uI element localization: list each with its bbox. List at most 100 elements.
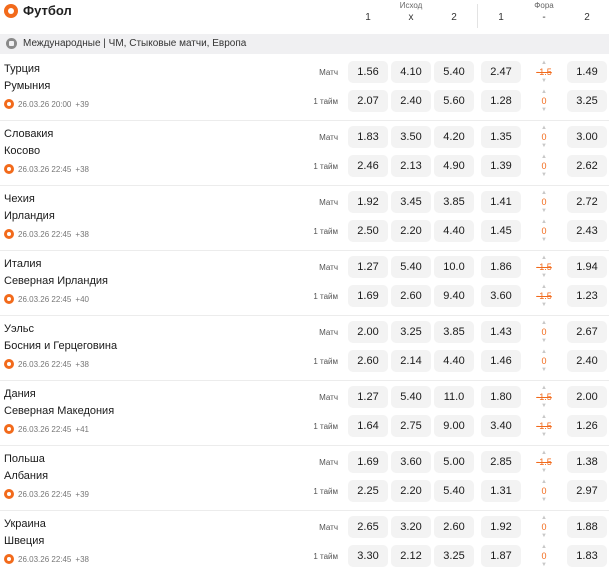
odd-button-h1[interactable]: 2.85 xyxy=(481,451,521,473)
handicap-selector[interactable]: ▲ 0 ▼ xyxy=(524,478,564,504)
odd-button-o1[interactable]: 2.00 xyxy=(348,321,388,343)
odd-button-o1[interactable]: 1.69 xyxy=(348,285,388,307)
odd-button-o2[interactable]: 3.85 xyxy=(434,191,474,213)
odd-button-ox[interactable]: 4.10 xyxy=(391,61,431,83)
chevron-down-icon[interactable]: ▼ xyxy=(541,497,547,503)
chevron-down-icon[interactable]: ▼ xyxy=(541,432,547,438)
chevron-down-icon[interactable]: ▼ xyxy=(541,403,547,409)
odd-button-h1[interactable]: 1.86 xyxy=(481,256,521,278)
handicap-selector[interactable]: ▲ -1.5 ▼ xyxy=(524,59,564,85)
chevron-down-icon[interactable]: ▼ xyxy=(541,338,547,344)
odd-button-ox[interactable]: 2.13 xyxy=(391,155,431,177)
odd-button-o1[interactable]: 2.46 xyxy=(348,155,388,177)
chevron-down-icon[interactable]: ▼ xyxy=(541,302,547,308)
odd-button-h2[interactable]: 2.43 xyxy=(567,220,607,242)
odd-button-o1[interactable]: 1.92 xyxy=(348,191,388,213)
chevron-down-icon[interactable]: ▼ xyxy=(541,172,547,178)
odd-button-o2[interactable]: 3.25 xyxy=(434,545,474,567)
odd-button-h2[interactable]: 1.26 xyxy=(567,415,607,437)
odd-button-ox[interactable]: 2.60 xyxy=(391,285,431,307)
handicap-selector[interactable]: ▲ 0 ▼ xyxy=(524,543,564,569)
odd-button-ox[interactable]: 3.50 xyxy=(391,126,431,148)
handicap-selector[interactable]: ▲ 0 ▼ xyxy=(524,514,564,540)
odd-button-h1[interactable]: 1.28 xyxy=(481,90,521,112)
odd-button-o2[interactable]: 5.40 xyxy=(434,61,474,83)
chevron-down-icon[interactable]: ▼ xyxy=(541,367,547,373)
odd-button-ox[interactable]: 5.40 xyxy=(391,386,431,408)
chevron-down-icon[interactable]: ▼ xyxy=(541,78,547,84)
odd-button-h1[interactable]: 1.46 xyxy=(481,350,521,372)
odd-button-h2[interactable]: 2.67 xyxy=(567,321,607,343)
odd-button-h1[interactable]: 1.92 xyxy=(481,516,521,538)
odd-button-h2[interactable]: 3.25 xyxy=(567,90,607,112)
handicap-selector[interactable]: ▲ 0 ▼ xyxy=(524,348,564,374)
odd-button-h1[interactable]: 1.41 xyxy=(481,191,521,213)
handicap-selector[interactable]: ▲ -1.5 ▼ xyxy=(524,283,564,309)
odd-button-h2[interactable]: 1.23 xyxy=(567,285,607,307)
odd-button-h1[interactable]: 3.60 xyxy=(481,285,521,307)
odd-button-o1[interactable]: 3.30 xyxy=(348,545,388,567)
odd-button-h2[interactable]: 2.97 xyxy=(567,480,607,502)
odd-button-ox[interactable]: 2.20 xyxy=(391,480,431,502)
odd-button-o2[interactable]: 4.40 xyxy=(434,350,474,372)
odd-button-ox[interactable]: 2.40 xyxy=(391,90,431,112)
odd-button-o1[interactable]: 2.07 xyxy=(348,90,388,112)
handicap-selector[interactable]: ▲ 0 ▼ xyxy=(524,153,564,179)
odd-button-o1[interactable]: 1.27 xyxy=(348,386,388,408)
odd-button-h2[interactable]: 2.72 xyxy=(567,191,607,213)
odd-button-o2[interactable]: 4.20 xyxy=(434,126,474,148)
odd-button-o2[interactable]: 11.0 xyxy=(434,386,474,408)
odd-button-o2[interactable]: 4.90 xyxy=(434,155,474,177)
handicap-selector[interactable]: ▲ 0 ▼ xyxy=(524,218,564,244)
odd-button-o1[interactable]: 1.83 xyxy=(348,126,388,148)
odd-button-ox[interactable]: 2.14 xyxy=(391,350,431,372)
odd-button-h2[interactable]: 1.83 xyxy=(567,545,607,567)
handicap-selector[interactable]: ▲ -1.5 ▼ xyxy=(524,384,564,410)
odd-button-h1[interactable]: 1.39 xyxy=(481,155,521,177)
odd-button-o1[interactable]: 2.25 xyxy=(348,480,388,502)
chevron-down-icon[interactable]: ▼ xyxy=(541,208,547,214)
odd-button-o2[interactable]: 2.60 xyxy=(434,516,474,538)
odd-button-h1[interactable]: 1.80 xyxy=(481,386,521,408)
odd-button-h2[interactable]: 3.00 xyxy=(567,126,607,148)
odd-button-o2[interactable]: 4.40 xyxy=(434,220,474,242)
odd-button-h1[interactable]: 1.43 xyxy=(481,321,521,343)
chevron-down-icon[interactable]: ▼ xyxy=(541,533,547,539)
odd-button-h1[interactable]: 3.40 xyxy=(481,415,521,437)
odd-button-ox[interactable]: 3.45 xyxy=(391,191,431,213)
handicap-selector[interactable]: ▲ -1.5 ▼ xyxy=(524,413,564,439)
odd-button-o2[interactable]: 5.00 xyxy=(434,451,474,473)
handicap-selector[interactable]: ▲ 0 ▼ xyxy=(524,189,564,215)
chevron-down-icon[interactable]: ▼ xyxy=(541,468,547,474)
handicap-selector[interactable]: ▲ 0 ▼ xyxy=(524,88,564,114)
handicap-selector[interactable]: ▲ -1.5 ▼ xyxy=(524,254,564,280)
odd-button-o1[interactable]: 1.64 xyxy=(348,415,388,437)
odd-button-o1[interactable]: 2.65 xyxy=(348,516,388,538)
odd-button-ox[interactable]: 3.20 xyxy=(391,516,431,538)
odd-button-h1[interactable]: 1.45 xyxy=(481,220,521,242)
odd-button-ox[interactable]: 3.60 xyxy=(391,451,431,473)
odd-button-h1[interactable]: 1.31 xyxy=(481,480,521,502)
odd-button-o2[interactable]: 3.85 xyxy=(434,321,474,343)
odd-button-h2[interactable]: 1.88 xyxy=(567,516,607,538)
odd-button-o2[interactable]: 5.60 xyxy=(434,90,474,112)
odd-button-h1[interactable]: 2.47 xyxy=(481,61,521,83)
odd-button-ox[interactable]: 2.20 xyxy=(391,220,431,242)
chevron-down-icon[interactable]: ▼ xyxy=(541,143,547,149)
odd-button-o2[interactable]: 9.00 xyxy=(434,415,474,437)
odd-button-ox[interactable]: 5.40 xyxy=(391,256,431,278)
odd-button-h2[interactable]: 1.49 xyxy=(567,61,607,83)
odd-button-h2[interactable]: 2.62 xyxy=(567,155,607,177)
chevron-down-icon[interactable]: ▼ xyxy=(541,107,547,113)
odd-button-ox[interactable]: 2.12 xyxy=(391,545,431,567)
league-bar[interactable]: Международные | ЧМ, Стыковые матчи, Евро… xyxy=(0,34,609,54)
odd-button-ox[interactable]: 3.25 xyxy=(391,321,431,343)
handicap-selector[interactable]: ▲ -1.5 ▼ xyxy=(524,449,564,475)
odd-button-h2[interactable]: 2.00 xyxy=(567,386,607,408)
chevron-down-icon[interactable]: ▼ xyxy=(541,237,547,243)
odd-button-o2[interactable]: 5.40 xyxy=(434,480,474,502)
odd-button-o1[interactable]: 1.27 xyxy=(348,256,388,278)
odd-button-o2[interactable]: 9.40 xyxy=(434,285,474,307)
odd-button-o1[interactable]: 1.69 xyxy=(348,451,388,473)
chevron-down-icon[interactable]: ▼ xyxy=(541,273,547,279)
